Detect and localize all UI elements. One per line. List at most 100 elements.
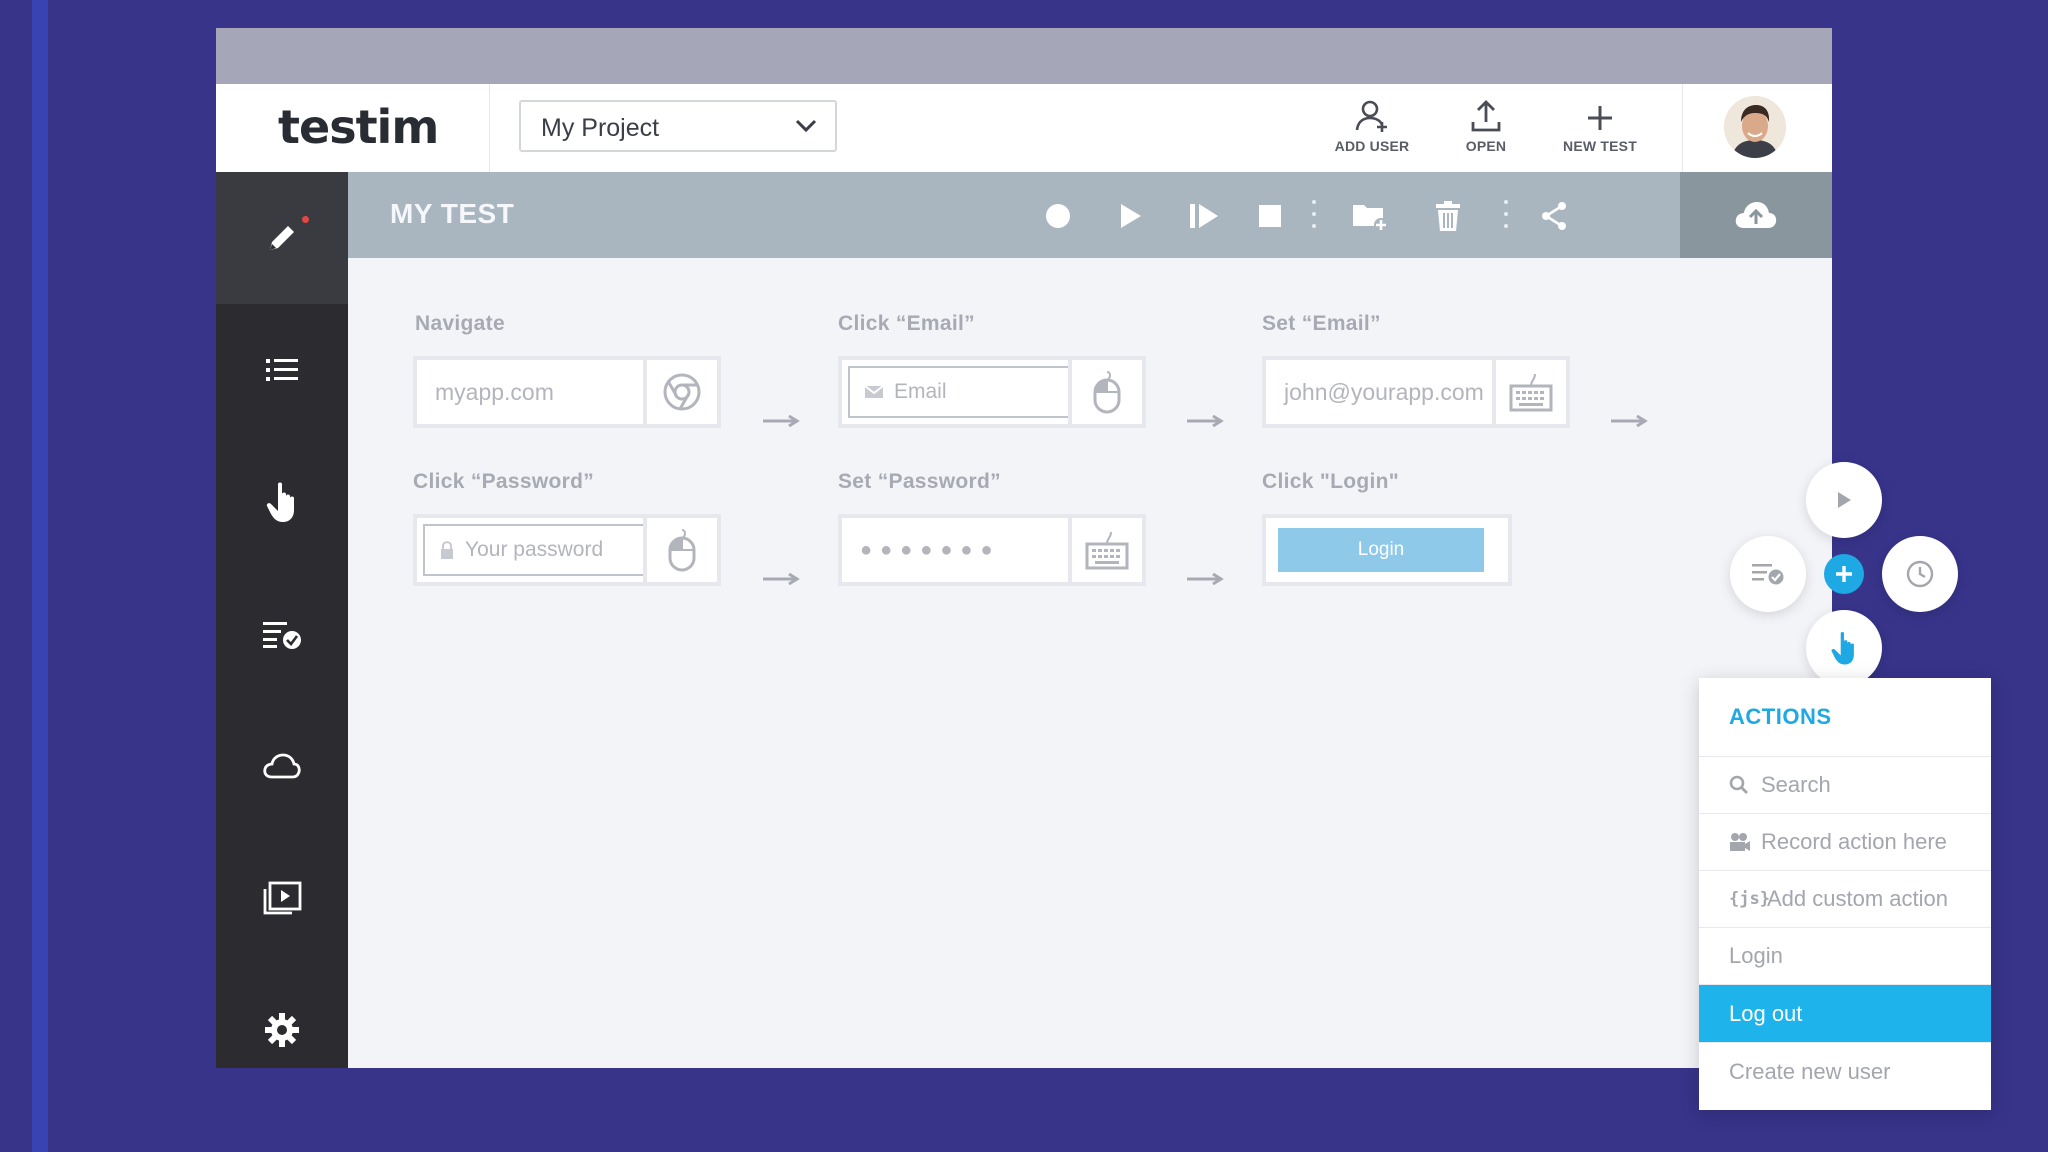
- step-navigate[interactable]: myapp.com: [413, 356, 721, 428]
- mail-icon: [864, 385, 884, 398]
- list-icon: [266, 359, 298, 381]
- menu-item-record-action[interactable]: Record action here: [1699, 814, 1991, 871]
- mouse-icon: [1068, 360, 1142, 424]
- step-click-email[interactable]: Email: [838, 356, 1146, 428]
- email-field-preview: Email: [848, 366, 1070, 418]
- menu-item-add-custom-action[interactable]: {js} Add custom action: [1699, 871, 1991, 928]
- plus-icon: [1545, 94, 1655, 134]
- step-play-icon: [1190, 204, 1218, 228]
- arrow-right-icon: [763, 572, 800, 586]
- keyboard-icon: [1068, 518, 1142, 582]
- step-label: Navigate: [415, 312, 505, 335]
- menu-item-label: Record action here: [1761, 829, 1947, 854]
- record-button[interactable]: [1036, 194, 1080, 238]
- add-action-button[interactable]: [1806, 610, 1882, 686]
- step-value: myapp.com: [435, 378, 554, 405]
- arrow-right-icon: [1611, 414, 1648, 428]
- add-folder-icon: [1353, 205, 1388, 232]
- step-click-login[interactable]: Login: [1262, 514, 1512, 586]
- add-validation-button[interactable]: [1730, 536, 1806, 612]
- password-field-preview: Your password: [423, 524, 645, 576]
- add-folder-button[interactable]: [1348, 194, 1392, 238]
- toolbar-separator: [1312, 200, 1316, 232]
- cloud-icon: [263, 753, 301, 779]
- login-button-preview: Login: [1278, 528, 1484, 572]
- add-step-button[interactable]: [1824, 554, 1864, 594]
- add-user-label: ADD USER: [1334, 138, 1410, 154]
- add-user-button[interactable]: ADD USER: [1317, 94, 1427, 154]
- sidebar-item-runs[interactable]: [216, 832, 348, 964]
- share-icon: [1542, 202, 1566, 230]
- record-icon: [1046, 204, 1070, 228]
- menu-item-label: Create new user: [1729, 1058, 1891, 1084]
- new-test-label: NEW TEST: [1563, 138, 1637, 154]
- mouse-icon: [643, 518, 717, 582]
- open-button[interactable]: OPEN: [1431, 94, 1541, 154]
- stop-button[interactable]: [1248, 194, 1292, 238]
- arrow-right-icon: [1187, 414, 1224, 428]
- test-toolbar: MY TEST: [348, 172, 1832, 258]
- trash-icon: [1436, 201, 1460, 231]
- new-test-button[interactable]: NEW TEST: [1545, 94, 1655, 154]
- sidebar: [216, 172, 348, 1068]
- menu-item-create-new-user[interactable]: Create new user: [1699, 1043, 1991, 1100]
- keyboard-icon: [1492, 360, 1566, 424]
- search-icon: [1729, 775, 1759, 795]
- sidebar-item-editor[interactable]: [216, 172, 348, 304]
- plus-icon: [1836, 566, 1852, 582]
- arrow-right-icon: [763, 414, 800, 428]
- search-placeholder: Search: [1761, 772, 1831, 797]
- sidebar-item-locators[interactable]: [216, 436, 348, 568]
- checklist-icon: [263, 622, 301, 649]
- step-play-button[interactable]: [1182, 194, 1226, 238]
- clock-icon: [1906, 560, 1934, 588]
- add-user-icon: [1317, 94, 1427, 134]
- toolbar-separator: [1504, 200, 1508, 232]
- sidebar-item-cloud[interactable]: [216, 700, 348, 832]
- background-edge-strip: [32, 0, 48, 1152]
- lock-icon: [441, 541, 453, 559]
- step-set-password[interactable]: ● ● ● ● ● ● ●: [838, 514, 1146, 586]
- step-set-email[interactable]: john@yourapp.com: [1262, 356, 1570, 428]
- step-label: Click “Password”: [413, 470, 595, 493]
- project-select[interactable]: My Project: [519, 100, 837, 152]
- notification-dot: [302, 216, 309, 223]
- menu-item-login[interactable]: Login: [1699, 928, 1991, 985]
- share-button[interactable]: [1532, 194, 1576, 238]
- step-label: Set “Email”: [1262, 312, 1381, 335]
- pencil-icon: [270, 226, 294, 250]
- user-avatar[interactable]: [1724, 96, 1786, 158]
- sidebar-item-test-suites[interactable]: [216, 568, 348, 700]
- menu-item-label: Log out: [1729, 1000, 1803, 1026]
- testim-app-window: testim My Project ADD USER OPEN NEW TEST: [216, 28, 1991, 1110]
- top-bar: testim My Project ADD USER OPEN NEW TEST: [216, 84, 1832, 173]
- window-title-bar: [216, 28, 1832, 84]
- chrome-icon: [643, 360, 717, 424]
- test-canvas: Navigate myapp.com Click “Email” Email S…: [348, 258, 1958, 1068]
- menu-item-log-out[interactable]: Log out: [1699, 985, 1991, 1043]
- cloud-upload-button[interactable]: [1680, 172, 1832, 258]
- upload-icon: [1431, 94, 1541, 134]
- step-label: Click “Email”: [838, 312, 975, 335]
- add-wait-button[interactable]: [1882, 536, 1958, 612]
- play-icon: [1121, 204, 1141, 228]
- arrow-right-icon: [1187, 572, 1224, 586]
- play-button[interactable]: [1108, 194, 1152, 238]
- run-from-here-button[interactable]: [1806, 462, 1882, 538]
- step-click-password[interactable]: Your password: [413, 514, 721, 586]
- sidebar-item-steps[interactable]: [216, 304, 348, 436]
- actions-search-input[interactable]: Search: [1699, 757, 1991, 814]
- divider: [1682, 84, 1683, 172]
- hand-pointer-icon: [266, 482, 294, 522]
- step-value: Your password: [465, 538, 604, 561]
- js-icon: {js}: [1729, 889, 1770, 909]
- actions-menu-title: ACTIONS: [1699, 678, 1991, 757]
- hand-pointer-icon: [1831, 631, 1854, 665]
- delete-button[interactable]: [1426, 194, 1470, 238]
- checklist-icon: [1752, 564, 1784, 585]
- step-value: john@yourapp.com: [1284, 378, 1484, 405]
- stop-icon: [1259, 205, 1281, 227]
- menu-item-label: Add custom action: [1767, 886, 1948, 911]
- play-icon: [1838, 492, 1851, 508]
- sidebar-item-settings[interactable]: [216, 964, 348, 1096]
